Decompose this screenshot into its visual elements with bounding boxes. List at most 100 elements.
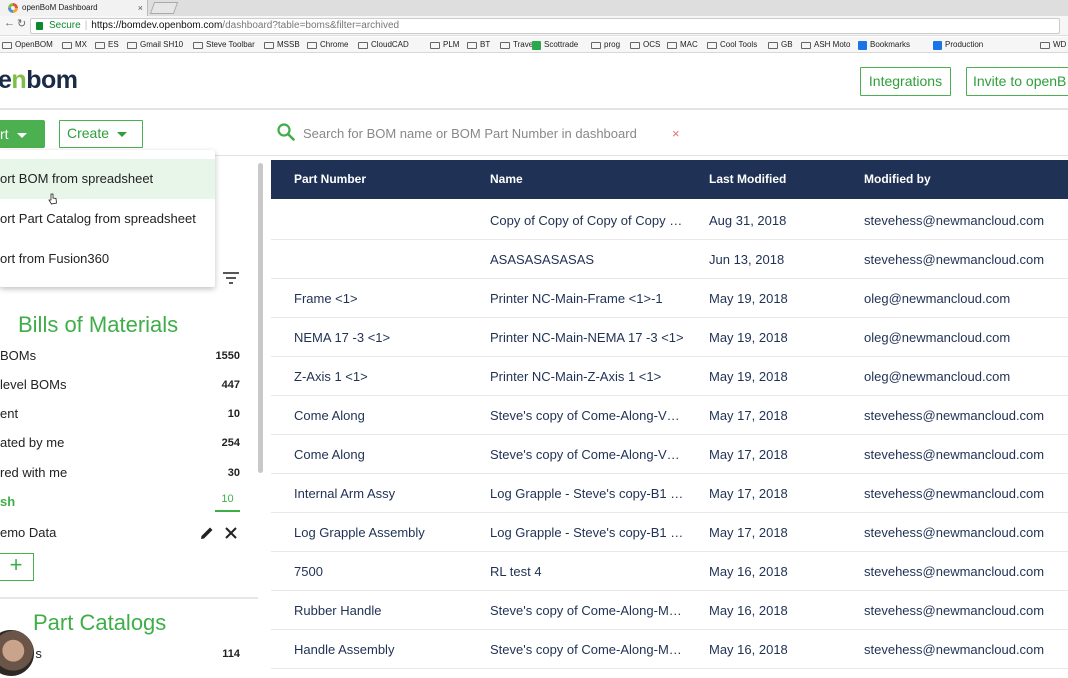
cell-modified-by: oleg@newmancloud.com — [864, 330, 1011, 345]
bookmark-item[interactable]: ES — [95, 37, 119, 52]
bookmark-item[interactable]: GB — [768, 37, 793, 52]
bookmark-item[interactable]: Steve Toolbar — [193, 37, 255, 52]
table-row[interactable]: Log Grapple Assembly Log Grapple - Steve'… — [271, 513, 1068, 552]
cell-part-number: Frame <1> — [294, 291, 358, 306]
cell-modified-by: stevehess@newmancloud.com — [864, 213, 1045, 228]
bookmark-item[interactable]: MAC — [667, 37, 698, 52]
sidebar-item-recent[interactable]: ent 10 — [0, 400, 240, 428]
bookmark-item[interactable]: Production — [933, 37, 983, 52]
bookmark-item[interactable]: MX — [62, 37, 87, 52]
column-header-name[interactable]: Name — [490, 160, 523, 199]
folder-icon — [127, 41, 137, 49]
bookmark-item[interactable]: prog — [591, 37, 620, 52]
add-button[interactable]: + — [0, 553, 34, 581]
bookmark-item[interactable]: OpenBOM — [2, 37, 53, 52]
edit-icon[interactable] — [199, 525, 215, 541]
bookmark-item[interactable]: WD I — [1040, 37, 1068, 52]
menu-item-import-bom[interactable]: ort BOM from spreadsheet — [0, 159, 215, 199]
cell-last-modified: May 17, 2018 — [709, 525, 788, 540]
table-row[interactable]: Copy of Copy of Copy of Copy … Aug 31, 20… — [271, 201, 1068, 240]
browser-tab[interactable]: openBoM Dashboard × — [0, 0, 148, 16]
cell-name: ASASASASASAS — [490, 252, 595, 267]
folder-icon — [193, 41, 203, 49]
table-row[interactable]: Z-Axis 1 <1> Printer NC-Main-Z-Axis 1 <1>… — [271, 357, 1068, 396]
sidebar-item-created-by-me[interactable]: ated by me 254 — [0, 429, 240, 457]
bookmark-item[interactable]: Gmail SH10 — [127, 37, 183, 52]
create-button[interactable]: Create — [59, 120, 143, 148]
sidebar-item-all-boms[interactable]: BOMs 1550 — [0, 342, 240, 370]
folder-icon — [430, 41, 440, 49]
reload-icon[interactable]: ↻ — [17, 17, 26, 30]
bookmark-item[interactable]: Scottrade — [532, 37, 578, 52]
back-icon[interactable]: ← — [4, 17, 15, 29]
cell-part-number: Rubber Handle — [294, 603, 382, 618]
cell-name: Steve's copy of Come-Along-M… — [490, 603, 682, 618]
table-row[interactable]: 7500 RL test 4 May 16, 2018 stevehess@newma… — [271, 552, 1068, 591]
bookmark-item[interactable]: Bookmarks — [858, 37, 910, 52]
search-input[interactable] — [303, 123, 663, 143]
cell-last-modified: Aug 31, 2018 — [709, 213, 787, 228]
bookmark-item[interactable]: Cool Tools — [707, 37, 757, 52]
integrations-button[interactable]: Integrations — [860, 67, 951, 96]
table-row[interactable]: NEMA 17 -3 <1> Printer NC-Main-NEMA 17 -3… — [271, 318, 1068, 357]
sidebar-item-trash[interactable]: sh 10 — [0, 488, 240, 516]
sidebar-item-catalogs[interactable]: atalogs114 — [0, 640, 240, 668]
tab-close-icon[interactable]: × — [138, 0, 143, 16]
table-row[interactable]: Internal Arm Assy Log Grapple - Steve's c… — [271, 474, 1068, 513]
bookmark-item[interactable]: PLM — [430, 37, 459, 52]
openbom-logo[interactable]: enbom — [0, 66, 78, 95]
folder-icon — [307, 41, 317, 49]
cell-name: Log Grapple - Steve's copy-B1 … — [490, 486, 684, 501]
count-badge: 447 — [221, 379, 240, 391]
sidebar-item-shared-with-me[interactable]: red with me 30 — [0, 459, 240, 487]
cell-name: Printer NC-Main-Frame <1>-1 — [490, 291, 663, 306]
sidebar-scrollbar[interactable] — [258, 163, 263, 473]
column-header-part-number[interactable]: Part Number — [294, 160, 366, 199]
bookmark-item[interactable]: CloudCAD — [358, 37, 409, 52]
cell-last-modified: May 16, 2018 — [709, 642, 788, 657]
bookmark-item[interactable]: OCS — [630, 37, 660, 52]
secure-label: Secure — [49, 20, 81, 31]
import-dropdown-menu: ort BOM from spreadsheet ort Part Catalo… — [0, 150, 215, 287]
invite-button[interactable]: Invite to openB — [966, 67, 1068, 96]
column-header-modified-by[interactable]: Modified by — [864, 160, 931, 199]
bookmark-item[interactable]: Travel — [500, 37, 535, 52]
table-row[interactable]: Frame <1> Printer NC-Main-Frame <1>-1 May … — [271, 279, 1068, 318]
bookmarks-bar: OpenBOM MX ES Gmail SH10 Steve Toolbar MSSB Ch… — [0, 37, 1068, 53]
cell-modified-by: stevehess@newmancloud.com — [864, 603, 1045, 618]
cell-name: Steve's copy of Come-Along-M… — [490, 642, 682, 657]
url-field[interactable]: Secure | https://bomdev.openbom.com/dashbo… — [30, 18, 1060, 34]
count-badge: 1550 — [215, 350, 240, 362]
bookmark-item[interactable]: ASH Moto — [801, 37, 850, 52]
menu-item-import-part-catalog[interactable]: ort Part Catalog from spreadsheet — [0, 199, 215, 239]
catalogs-section-title: Part Catalogs — [33, 610, 167, 635]
bookmark-item[interactable]: BT — [467, 37, 490, 52]
folder-icon — [2, 41, 12, 49]
chevron-down-icon — [117, 131, 128, 137]
import-button[interactable]: rt — [0, 120, 45, 148]
lock-icon — [36, 22, 43, 30]
cell-part-number: Internal Arm Assy — [294, 486, 396, 501]
bookmark-item[interactable]: Chrome — [307, 37, 348, 52]
folder-icon — [591, 41, 601, 49]
table-row[interactable]: Come Along Steve's copy of Come-Along-V… M… — [271, 396, 1068, 435]
folder-icon — [801, 41, 811, 49]
new-tab-button[interactable] — [149, 2, 179, 14]
table-row[interactable]: ASASASASASAS Jun 13, 2018 stevehess@newman… — [271, 240, 1068, 279]
chevron-down-icon — [16, 132, 27, 138]
column-header-last-modified[interactable]: Last Modified — [709, 160, 786, 199]
bookmark-item[interactable]: MSSB — [264, 37, 300, 52]
close-icon[interactable] — [223, 525, 239, 541]
menu-item-import-fusion360[interactable]: ort from Fusion360 — [0, 239, 215, 279]
cell-modified-by: oleg@newmancloud.com — [864, 291, 1011, 306]
bom-section-title: Bills of Materials — [18, 312, 179, 337]
filter-icon[interactable] — [222, 271, 240, 285]
table-row[interactable]: Handle Assembly Steve's copy of Come-Alon… — [271, 630, 1068, 669]
table-row[interactable]: Come Along Steve's copy of Come-Along-V… M… — [271, 435, 1068, 474]
cell-modified-by: stevehess@newmancloud.com — [864, 486, 1045, 501]
clear-search-icon[interactable]: × — [672, 126, 680, 141]
sidebar-item-top-level-boms[interactable]: level BOMs 447 — [0, 371, 240, 399]
bookmark-icon — [933, 40, 942, 50]
table-row[interactable]: Rubber Handle Steve's copy of Come-Along-… — [271, 591, 1068, 630]
cell-modified-by: oleg@newmancloud.com — [864, 369, 1011, 384]
